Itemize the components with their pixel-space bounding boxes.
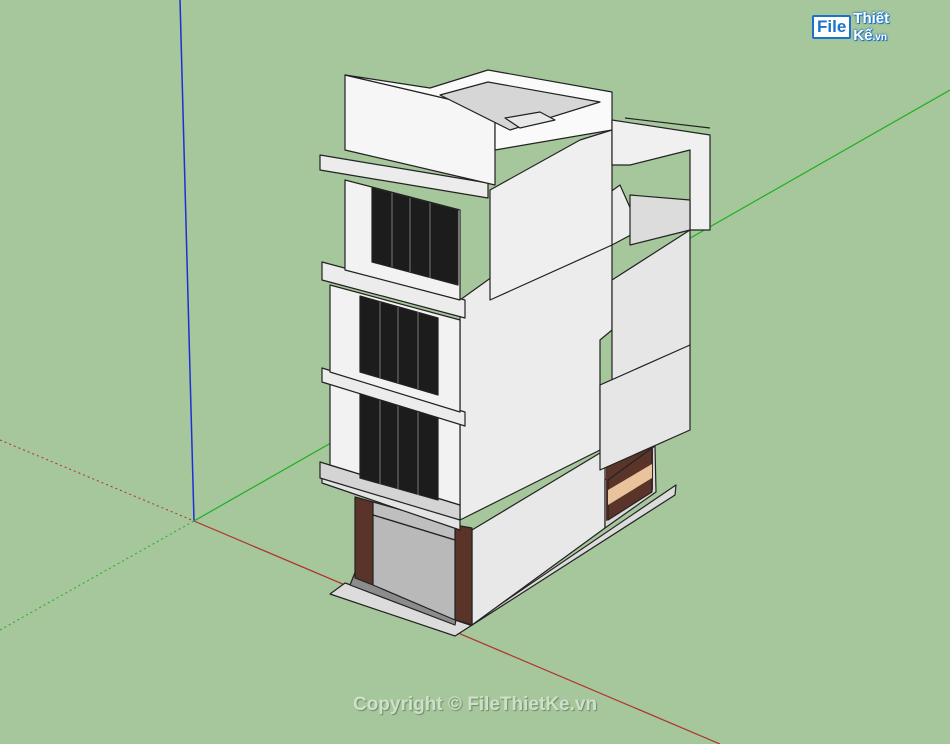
logo-file-text: File [812,15,852,39]
copyright-watermark: Copyright © FileThietKe.vn [352,694,598,715]
logo-ext-text: .vn [872,32,887,43]
watermark-logo: File Thiết Kế.vn [812,10,920,44]
right-pillar [454,524,473,626]
left-pillar [354,496,374,586]
logo-name: Thiết Kế.vn [853,10,920,44]
3d-model-viewport[interactable] [0,0,950,744]
